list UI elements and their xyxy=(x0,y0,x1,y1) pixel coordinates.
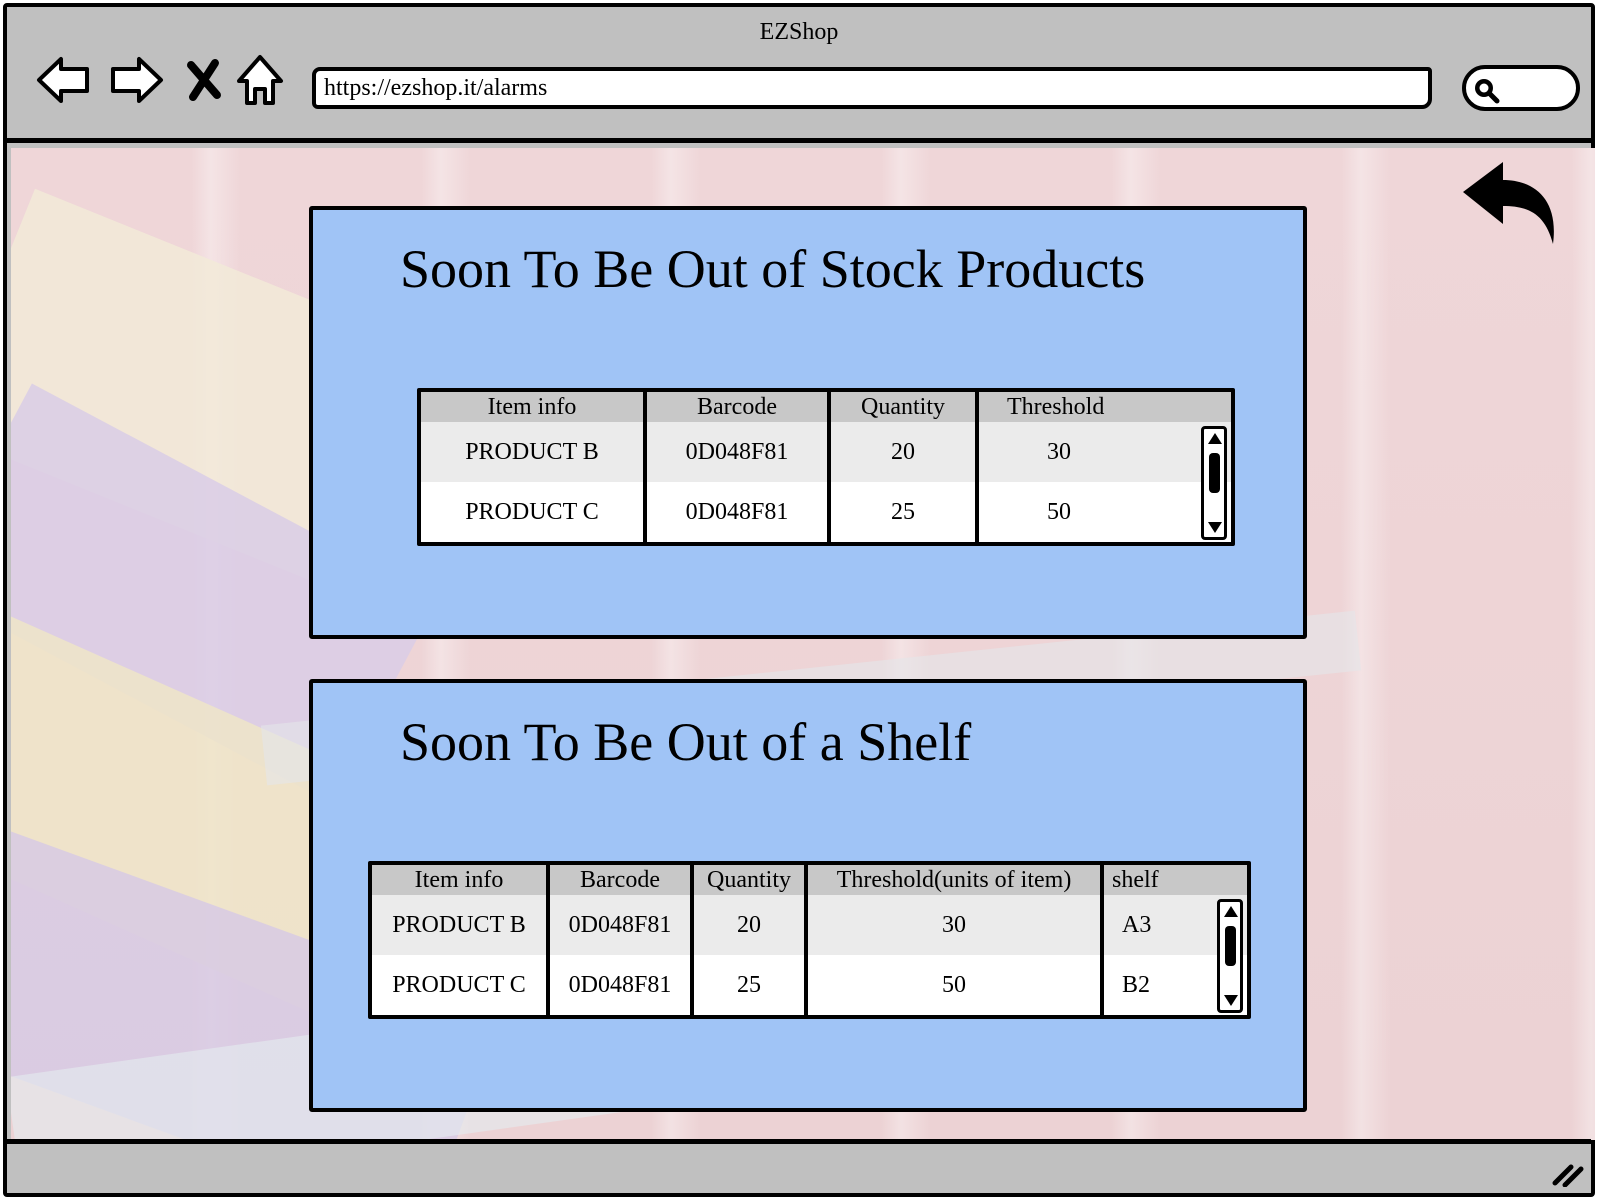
page-viewport: Soon To Be Out of Stock Products Item in… xyxy=(11,148,1595,1140)
window-title: EZShop xyxy=(759,19,839,45)
stock-table: Item info Barcode Quantity Threshold PRO… xyxy=(417,388,1235,546)
table-row[interactable]: PRODUCT B 0D048F81 20 30 A3 xyxy=(372,895,1247,955)
cell-item-info: PRODUCT C xyxy=(421,482,647,542)
table-row[interactable]: PRODUCT B 0D048F81 20 30 xyxy=(421,422,1231,482)
table-header-row: Item info Barcode Quantity Threshold(uni… xyxy=(372,865,1247,895)
shelf-panel-title: Soon To Be Out of a Shelf xyxy=(400,712,972,772)
scroll-up-icon[interactable] xyxy=(1208,433,1222,444)
cell-barcode: 0D048F81 xyxy=(645,482,831,542)
cell-threshold: 50 xyxy=(806,955,1104,1015)
cell-quantity: 25 xyxy=(692,955,808,1015)
undo-arrow-icon xyxy=(1463,162,1554,244)
home-button[interactable] xyxy=(235,51,285,109)
cell-quantity: 20 xyxy=(692,895,808,955)
shelf-table: Item info Barcode Quantity Threshold(uni… xyxy=(368,861,1251,1019)
search-button[interactable] xyxy=(1462,65,1580,111)
shelf-table-scrollbar[interactable] xyxy=(1217,899,1243,1013)
scroll-thumb[interactable] xyxy=(1209,453,1220,493)
column-header-barcode[interactable]: Barcode xyxy=(548,865,694,895)
cell-item-info: PRODUCT B xyxy=(421,422,647,482)
browser-window: EZShop https://ezshop.it/alarms Soon To … xyxy=(3,3,1595,1197)
scroll-down-icon[interactable] xyxy=(1224,995,1238,1006)
scroll-down-icon[interactable] xyxy=(1208,522,1222,533)
search-icon xyxy=(1475,79,1500,104)
cell-barcode: 0D048F81 xyxy=(645,422,831,482)
resize-grip-icon xyxy=(1552,1164,1584,1187)
shelf-alarm-panel: Soon To Be Out of a Shelf Item info Barc… xyxy=(309,679,1307,1112)
column-header-item-info[interactable]: Item info xyxy=(421,392,647,422)
column-header-barcode[interactable]: Barcode xyxy=(645,392,831,422)
column-header-threshold[interactable]: Threshold xyxy=(977,392,1231,422)
forward-nav-button[interactable] xyxy=(107,51,165,109)
arrow-left-icon xyxy=(37,57,89,103)
table-row[interactable]: PRODUCT C 0D048F81 25 50 B2 xyxy=(372,955,1247,1015)
cell-threshold: 50 xyxy=(977,482,1231,542)
home-icon xyxy=(237,55,283,105)
close-icon xyxy=(187,59,221,101)
browser-toolbar: EZShop https://ezshop.it/alarms xyxy=(7,7,1591,143)
address-bar[interactable]: https://ezshop.it/alarms xyxy=(312,67,1432,109)
stop-button[interactable] xyxy=(183,51,225,109)
stock-panel-title: Soon To Be Out of Stock Products xyxy=(400,239,1146,299)
stock-alarm-panel: Soon To Be Out of Stock Products Item in… xyxy=(309,206,1307,639)
cell-barcode: 0D048F81 xyxy=(548,955,694,1015)
cell-item-info: PRODUCT C xyxy=(372,955,550,1015)
column-header-item-info[interactable]: Item info xyxy=(372,865,550,895)
column-header-quantity[interactable]: Quantity xyxy=(692,865,808,895)
column-header-threshold[interactable]: Threshold(units of item) xyxy=(806,865,1104,895)
arrow-right-icon xyxy=(111,57,163,103)
table-header-row: Item info Barcode Quantity Threshold xyxy=(421,392,1231,422)
status-bar xyxy=(7,1139,1591,1193)
scroll-up-icon[interactable] xyxy=(1224,906,1238,917)
back-nav-button[interactable] xyxy=(35,51,93,109)
stock-table-scrollbar[interactable] xyxy=(1201,426,1227,540)
cell-barcode: 0D048F81 xyxy=(548,895,694,955)
url-text: https://ezshop.it/alarms xyxy=(324,74,548,101)
cell-quantity: 25 xyxy=(829,482,979,542)
scroll-thumb[interactable] xyxy=(1225,926,1236,966)
cell-threshold: 30 xyxy=(806,895,1104,955)
column-header-shelf[interactable]: shelf xyxy=(1102,865,1247,895)
table-row[interactable]: PRODUCT C 0D048F81 25 50 xyxy=(421,482,1231,542)
page-back-button[interactable] xyxy=(1459,158,1561,250)
resize-grip[interactable] xyxy=(1551,1157,1585,1187)
cell-item-info: PRODUCT B xyxy=(372,895,550,955)
cell-quantity: 20 xyxy=(829,422,979,482)
column-header-quantity[interactable]: Quantity xyxy=(829,392,979,422)
cell-threshold: 30 xyxy=(977,422,1231,482)
